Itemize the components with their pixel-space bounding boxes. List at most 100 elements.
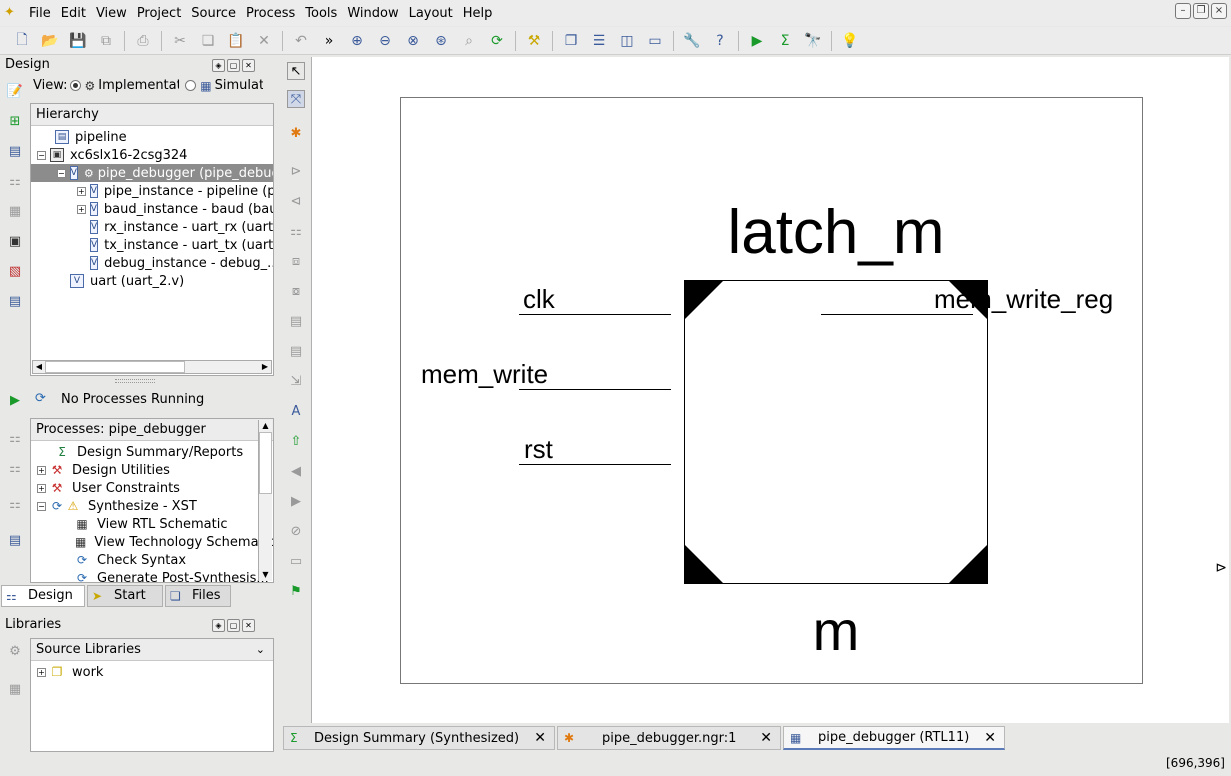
tree-item[interactable]: V debug_instance - debug_... xyxy=(31,254,273,272)
sigma-icon[interactable]: Σ xyxy=(774,30,796,52)
splitter-handle[interactable] xyxy=(115,379,155,383)
route-icon[interactable]: ⇲ xyxy=(287,372,305,390)
tree-item[interactable]: V rx_instance - uart_rx (uart_rx.v) xyxy=(31,218,273,236)
close-icon[interactable]: ✕ xyxy=(242,619,255,632)
menu-edit[interactable]: Edit xyxy=(56,6,91,21)
menu-layout[interactable]: Layout xyxy=(404,6,458,21)
pop-icon[interactable]: ⧇ xyxy=(287,282,305,300)
telescope-icon[interactable]: 🔭 xyxy=(802,30,824,52)
tile-vertical-icon[interactable]: ◫ xyxy=(616,30,638,52)
properties-icon[interactable]: ▦ xyxy=(6,680,24,698)
flag-icon[interactable]: ⚑ xyxy=(287,582,305,600)
paste-icon[interactable]: 📋 xyxy=(225,30,247,52)
float-icon[interactable]: ◈ xyxy=(212,619,225,632)
menu-help[interactable]: Help xyxy=(458,6,498,21)
library-icon[interactable]: ⚙ xyxy=(6,642,24,660)
back-circle-icon[interactable]: ◀ xyxy=(287,462,305,480)
save-all-icon[interactable]: ⧉ xyxy=(95,30,117,52)
tree-item[interactable]: − ▣ xc6slx16-2csg324 xyxy=(31,146,273,164)
panel-icon[interactable]: ▤ xyxy=(6,292,24,310)
tab-close-icon[interactable]: ✕ xyxy=(534,730,546,746)
simulation-radio[interactable] xyxy=(185,80,197,91)
delete-icon[interactable]: ✕ xyxy=(253,30,275,52)
process-item[interactable]: Σ Design Summary/Reports xyxy=(31,443,273,461)
copy-icon[interactable]: ❏ xyxy=(197,30,219,52)
tab-design-summary[interactable]: Σ Design Summary (Synthesized) ✕ xyxy=(283,726,555,750)
schematic-canvas[interactable]: latch_m clk mem_write rst mem_write_reg … xyxy=(311,57,1229,723)
close-icon[interactable]: × xyxy=(1211,3,1227,19)
menu-window[interactable]: Window xyxy=(342,6,403,21)
new-source-icon[interactable]: ▤ xyxy=(6,142,24,160)
implementation-radio[interactable] xyxy=(69,80,81,91)
select-net-icon[interactable]: ⤧ xyxy=(287,90,305,108)
cut-icon[interactable]: ✂ xyxy=(169,30,191,52)
run-icon[interactable]: ▶ xyxy=(746,30,768,52)
window-icon[interactable]: ▭ xyxy=(644,30,666,52)
maximize-icon[interactable]: ▢ xyxy=(227,59,240,72)
expand-icon[interactable]: + xyxy=(37,465,46,475)
close-icon[interactable]: ✕ xyxy=(242,59,255,72)
hierarchy-hscrollbar[interactable]: ◀ ▶ xyxy=(32,360,272,374)
tab-start[interactable]: ➤ Start xyxy=(87,585,163,607)
latch-block[interactable] xyxy=(684,280,988,584)
page-icon[interactable]: ▤ xyxy=(287,342,305,360)
scroll-up-icon[interactable]: ▲ xyxy=(259,420,272,432)
libraries-dropdown[interactable]: Source Libraries ⌄ xyxy=(31,639,273,661)
tree-item[interactable]: + V baud_instance - baud (baud.v) xyxy=(31,200,273,218)
tree-item[interactable]: ▤ pipeline xyxy=(31,128,273,146)
run-process-icon[interactable]: ▶ xyxy=(6,391,24,409)
process-item[interactable]: − ⟳ ⚠ Synthesize - XST xyxy=(31,497,273,515)
report-icon[interactable]: ▧ xyxy=(6,262,24,280)
rerun-all-icon[interactable]: ⚏ xyxy=(6,459,24,477)
collapse-icon[interactable]: − xyxy=(37,501,46,511)
hammer-icon[interactable]: ⚒ xyxy=(523,30,545,52)
tree-item[interactable]: V tx_instance - uart_tx (uart_tx.v) xyxy=(31,236,273,254)
page-icon[interactable]: ▤ xyxy=(287,312,305,330)
menu-project[interactable]: Project xyxy=(132,6,186,21)
add-source-icon[interactable]: 📝 xyxy=(6,82,24,100)
tab-files[interactable]: ❏ Files xyxy=(165,585,231,607)
lightbulb-icon[interactable]: 💡 xyxy=(839,30,861,52)
chip-icon[interactable]: ▣ xyxy=(6,232,24,250)
pin-wire-clk[interactable] xyxy=(519,314,671,315)
stop-icon[interactable]: ⚏ xyxy=(6,495,24,513)
menu-view[interactable]: View xyxy=(91,6,132,21)
add-element-icon[interactable]: ✱ xyxy=(287,124,305,142)
process-vscrollbar[interactable]: ▲ ▼ xyxy=(258,420,272,581)
process-item[interactable]: + ⚒ User Constraints xyxy=(31,479,273,497)
cancel-icon[interactable]: ⊘ xyxy=(287,522,305,540)
zoom-select-icon[interactable]: ⌕ xyxy=(458,30,480,52)
properties-icon[interactable]: ▦ xyxy=(6,202,24,220)
zoom-out-icon[interactable]: ⊖ xyxy=(374,30,396,52)
restore-icon[interactable]: ❐ xyxy=(1193,3,1209,19)
scroll-thumb[interactable] xyxy=(259,432,272,494)
tab-design[interactable]: ⚏ Design xyxy=(1,585,85,607)
panel-icon[interactable]: ▤ xyxy=(6,531,24,549)
scroll-left-icon[interactable]: ◀ xyxy=(33,361,45,373)
zoom-in-icon[interactable]: ⊕ xyxy=(346,30,368,52)
pin-wire-mem-write-reg[interactable] xyxy=(821,314,973,315)
hierarchy-icon[interactable]: ⚏ xyxy=(6,172,24,190)
process-item[interactable]: ▦ View RTL Schematic xyxy=(31,515,273,533)
tree-item-selected[interactable]: − V ⚙ pipe_debugger (pipe_debugger.v) xyxy=(31,164,273,182)
tile-horizontal-icon[interactable]: ☰ xyxy=(588,30,610,52)
expand-icon[interactable]: + xyxy=(37,667,46,677)
menu-tools[interactable]: Tools xyxy=(300,6,342,21)
push-icon[interactable]: ⧈ xyxy=(287,252,305,270)
process-item[interactable]: + ⚒ Design Utilities xyxy=(31,461,273,479)
forward-icon[interactable]: ⊳ xyxy=(287,162,305,180)
library-item[interactable]: + ❐ work xyxy=(31,663,273,681)
tab-close-icon[interactable]: ✕ xyxy=(984,730,996,746)
scroll-thumb[interactable] xyxy=(45,361,185,373)
tree-item[interactable]: + V pipe_instance - pipeline (pipeline.v… xyxy=(31,182,273,200)
refresh-icon[interactable]: ⟳ xyxy=(486,30,508,52)
select-arrow-icon[interactable]: ↖ xyxy=(287,62,305,80)
process-item[interactable]: ⟳ Check Syntax xyxy=(31,551,273,569)
tab-rtl-schematic[interactable]: ▦ pipe_debugger (RTL11) ✕ xyxy=(783,726,1005,750)
cascade-icon[interactable]: ❐ xyxy=(560,30,582,52)
more-icon[interactable]: » xyxy=(318,30,340,52)
text-icon[interactable]: A xyxy=(287,402,305,420)
hierarchy-icon[interactable]: ⚏ xyxy=(287,222,305,240)
process-item[interactable]: ⟳ Generate Post-Synthesis... xyxy=(31,569,273,583)
collapse-icon[interactable]: − xyxy=(37,150,46,160)
